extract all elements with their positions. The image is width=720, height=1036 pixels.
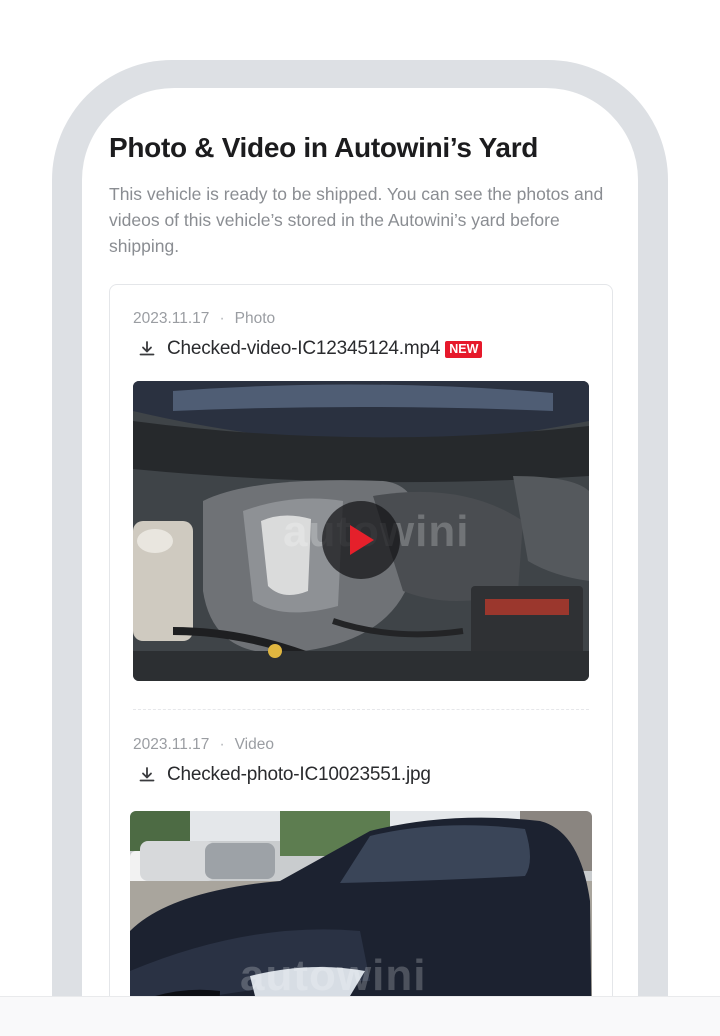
play-icon	[350, 525, 374, 555]
item-date: 2023.11.17	[133, 310, 210, 327]
item-type: Video	[234, 736, 274, 753]
media-card: 2023.11.17 · Photo Checked-video-IC1234512…	[109, 284, 613, 996]
item-meta: 2023.11.17 · Video	[133, 736, 274, 754]
item-type: Photo	[234, 310, 276, 327]
video-thumbnail[interactable]: autowini	[133, 381, 589, 681]
new-badge: NEW	[445, 340, 483, 358]
bottom-bar	[0, 996, 720, 1036]
item-divider	[133, 709, 589, 710]
meta-separator: ·	[219, 736, 225, 753]
item-meta: 2023.11.17 · Photo	[133, 310, 275, 328]
download-link[interactable]: Checked-video-IC12345124.mp4 NEW	[137, 337, 483, 361]
watermark: autowini	[240, 951, 427, 996]
download-icon	[139, 341, 155, 356]
download-link[interactable]: Checked-photo-IC10023551.jpg	[137, 763, 431, 787]
file-name: Checked-video-IC12345124.mp4	[167, 338, 441, 359]
screen: Photo & Video in Autowini’s Yard This ve…	[82, 88, 638, 996]
photo-thumbnail[interactable]: autowini	[130, 811, 592, 996]
meta-separator: ·	[219, 310, 225, 327]
page-description: This vehicle is ready to be shipped. You…	[109, 184, 604, 256]
play-button[interactable]	[322, 501, 400, 579]
item-date: 2023.11.17	[133, 736, 210, 753]
download-icon	[139, 767, 155, 782]
page-title: Photo & Video in Autowini’s Yard	[109, 132, 539, 163]
file-name: Checked-photo-IC10023551.jpg	[167, 764, 431, 785]
